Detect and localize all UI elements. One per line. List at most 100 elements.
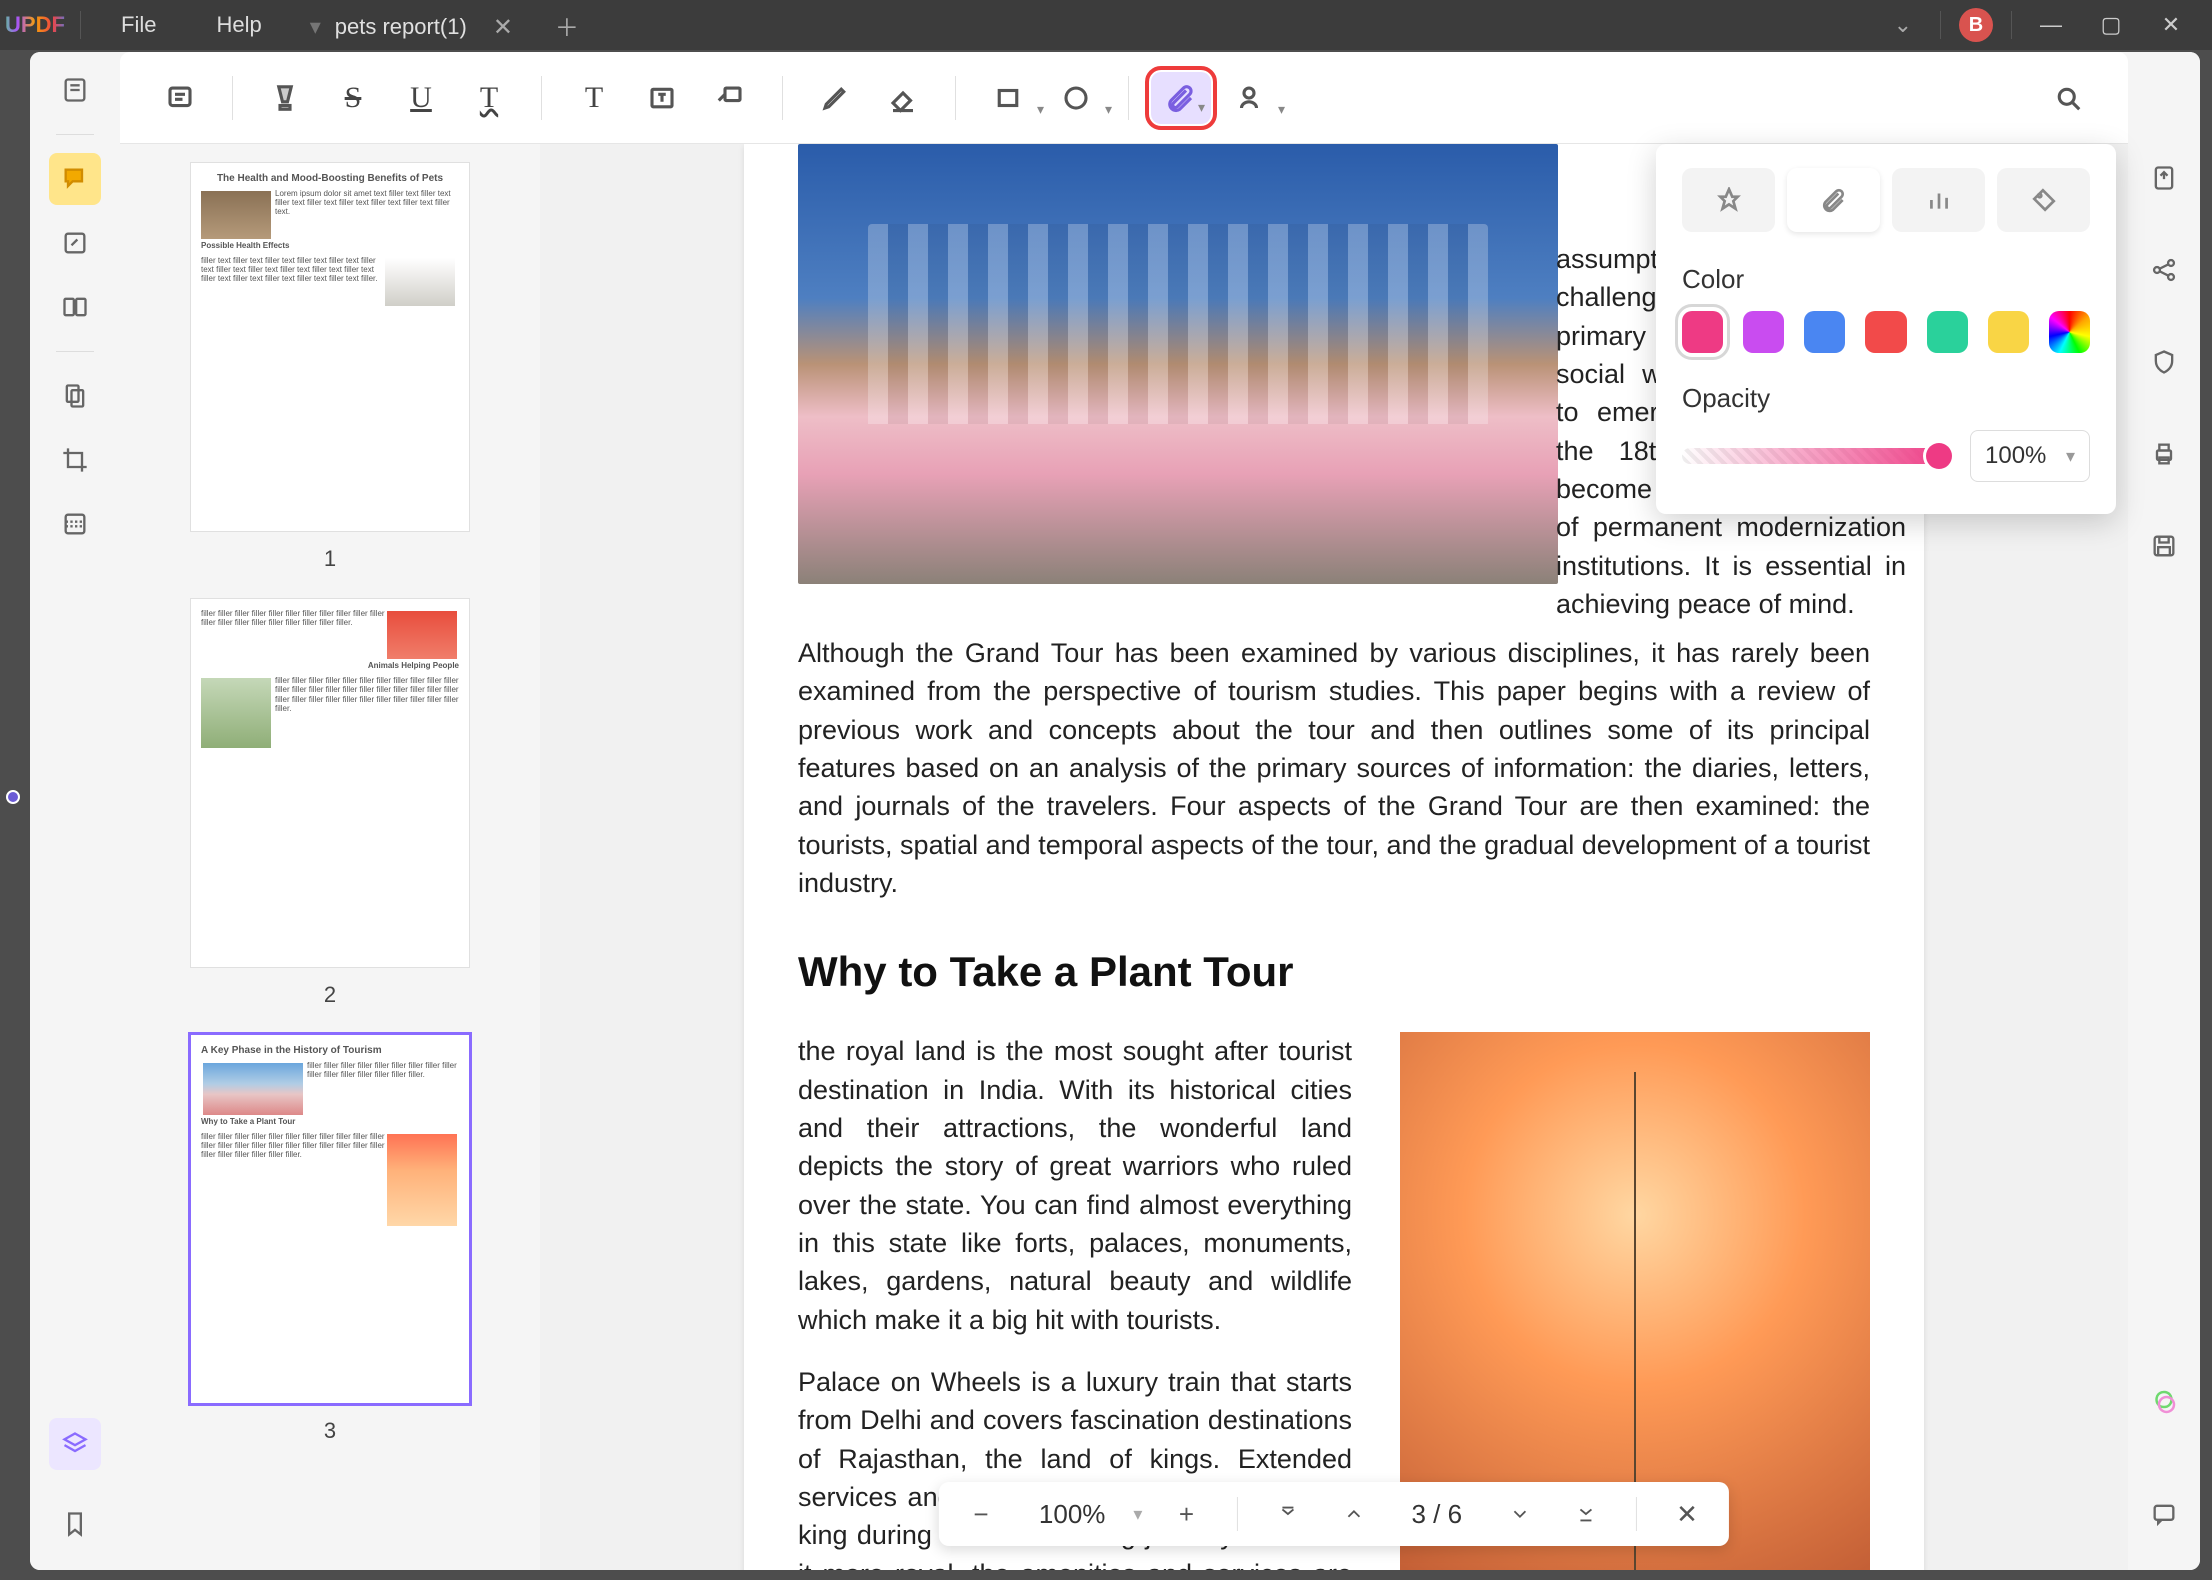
slider-knob[interactable] [1926, 443, 1952, 469]
opacity-value-text: 100% [1985, 442, 2046, 470]
strikethrough-button[interactable]: S [323, 72, 383, 124]
sign-button[interactable] [1219, 72, 1279, 124]
export-button[interactable] [2138, 152, 2190, 204]
separator [2011, 11, 2012, 39]
redact-button[interactable] [49, 498, 101, 550]
next-page-button[interactable] [1498, 1492, 1542, 1536]
share-button[interactable] [2138, 244, 2190, 296]
edit-button[interactable] [49, 217, 101, 269]
title-bar: UPDF File Help ▾ pets report(1) ✕ ＋ ⌄ B … [0, 0, 2212, 50]
pin-tab[interactable] [1682, 168, 1775, 232]
search-button[interactable] [2038, 72, 2098, 124]
separator [80, 11, 81, 39]
thumb-title: The Health and Mood-Boosting Benefits of… [201, 173, 459, 185]
bookmark-button[interactable] [49, 1498, 101, 1550]
new-tab-button[interactable]: ＋ [543, 8, 591, 43]
thumbnail-number: 2 [156, 982, 504, 1008]
squiggly-button[interactable]: T [459, 72, 519, 124]
textbox-button[interactable] [632, 72, 692, 124]
chevron-down-icon[interactable]: ▾ [1133, 1504, 1142, 1525]
zoom-out-button[interactable]: − [959, 1492, 1003, 1536]
close-bar-button[interactable]: ✕ [1665, 1492, 1709, 1536]
user-avatar[interactable]: B [1959, 8, 1993, 42]
window-close-icon[interactable]: ✕ [2150, 4, 2192, 46]
window-maximize-icon[interactable]: ▢ [2090, 4, 2132, 46]
right-rail [2128, 52, 2200, 1570]
menu-file[interactable]: File [91, 12, 186, 38]
separator [1636, 1497, 1637, 1531]
first-page-button[interactable] [1265, 1492, 1309, 1536]
separator [1128, 76, 1129, 120]
graph-tab[interactable] [1892, 168, 1985, 232]
window-controls: ⌄ B — ▢ ✕ [1894, 4, 2212, 46]
tag-tab[interactable] [1997, 168, 2090, 232]
opacity-slider[interactable] [1682, 448, 1952, 464]
attachment-button[interactable] [1151, 72, 1211, 124]
window-minimize-icon[interactable]: — [2030, 4, 2072, 46]
paragraph: the royal land is the most sought after … [798, 1032, 1352, 1339]
shape-circle-button[interactable] [1046, 72, 1106, 124]
color-swatch-yellow[interactable] [1988, 311, 2029, 353]
hero-image [798, 144, 1558, 584]
thumbnail-number: 1 [156, 546, 504, 572]
separator [232, 76, 233, 120]
app-logo[interactable]: UPDF [0, 0, 70, 50]
page-tools-button[interactable] [49, 370, 101, 422]
color-swatch-green[interactable] [1927, 311, 1968, 353]
section-heading: Why to Take a Plant Tour [798, 948, 1870, 996]
print-button[interactable] [2138, 428, 2190, 480]
zoom-value[interactable]: 100% [1025, 1499, 1120, 1530]
tab-title: pets report(1) [335, 14, 467, 40]
attachment-panel: Color Opacity 100% ▾ [1656, 144, 2116, 514]
thumbnail-page-2[interactable]: filler filler filler filler filler fille… [190, 598, 470, 968]
color-swatch-custom[interactable] [2049, 311, 2090, 353]
document-tab[interactable]: ▾ pets report(1) ✕ [292, 4, 543, 50]
callout-button[interactable] [700, 72, 760, 124]
color-swatch-purple[interactable] [1743, 311, 1784, 353]
text-icon: T [585, 81, 603, 115]
sticky-note-button[interactable] [150, 72, 210, 124]
shape-rect-button[interactable] [978, 72, 1038, 124]
paperclip-tab[interactable] [1787, 168, 1880, 232]
left-handle[interactable] [6, 790, 20, 804]
color-swatch-pink[interactable] [1682, 311, 1723, 353]
text-button[interactable]: T [564, 72, 624, 124]
thumbnail-page-1[interactable]: The Health and Mood-Boosting Benefits of… [190, 162, 470, 532]
save-button[interactable] [2138, 520, 2190, 572]
underline-icon: U [410, 81, 432, 115]
eraser-button[interactable] [873, 72, 933, 124]
underline-button[interactable]: U [391, 72, 451, 124]
last-page-button[interactable] [1564, 1492, 1608, 1536]
tab-close-icon[interactable]: ✕ [481, 13, 525, 42]
comments-panel-button[interactable] [2138, 1488, 2190, 1540]
page-indicator[interactable]: 3 / 6 [1397, 1499, 1476, 1530]
collapse-icon[interactable]: ⌄ [1894, 12, 1912, 38]
thumb-subtitle: Why to Take a Plant Tour [201, 1117, 459, 1126]
menu-help[interactable]: Help [186, 12, 291, 38]
reader-mode-button[interactable] [49, 64, 101, 116]
prev-page-button[interactable] [1331, 1492, 1375, 1536]
separator [782, 76, 783, 120]
protect-button[interactable] [2138, 336, 2190, 388]
rail-divider [56, 351, 94, 352]
thumb-subtitle: Animals Helping People [201, 661, 459, 670]
comment-mode-button[interactable] [49, 153, 101, 205]
thumbnail-page-3[interactable]: A Key Phase in the History of Tourism fi… [190, 1034, 470, 1404]
opacity-value[interactable]: 100% ▾ [1970, 430, 2090, 482]
crop-button[interactable] [49, 434, 101, 486]
color-swatch-blue[interactable] [1804, 311, 1845, 353]
thumbnail-panel[interactable]: The Health and Mood-Boosting Benefits of… [120, 144, 540, 1570]
highlight-button[interactable] [255, 72, 315, 124]
annotation-toolbar: S U T T [120, 52, 2128, 144]
left-rail [30, 52, 120, 1570]
color-swatch-red[interactable] [1865, 311, 1906, 353]
pencil-button[interactable] [805, 72, 865, 124]
organize-button[interactable] [49, 281, 101, 333]
thumb-title: A Key Phase in the History of Tourism [201, 1045, 459, 1057]
zoom-in-button[interactable]: + [1164, 1492, 1208, 1536]
thumb-image [201, 191, 271, 239]
squiggly-icon: T [480, 81, 498, 115]
ai-button[interactable] [2138, 1376, 2190, 1428]
thumb-image [203, 1063, 303, 1115]
layers-button[interactable] [49, 1418, 101, 1470]
